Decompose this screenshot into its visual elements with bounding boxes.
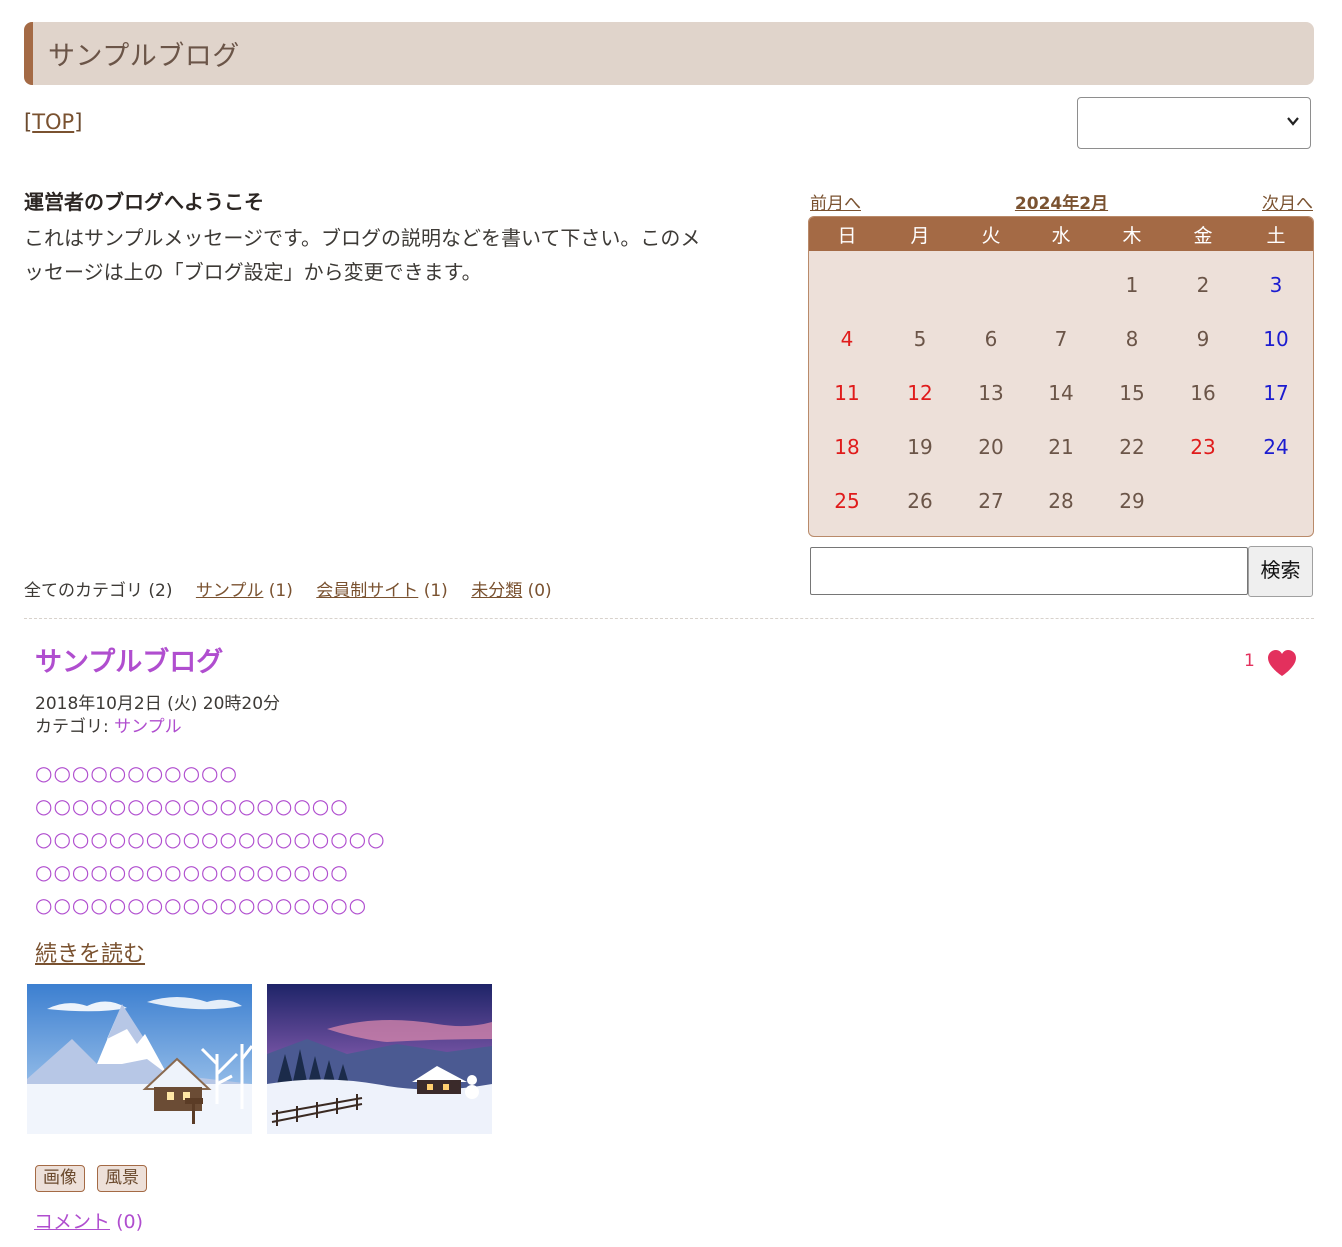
like-count: 1 bbox=[1244, 651, 1255, 671]
calendar-day: 7 bbox=[1054, 327, 1068, 351]
search-input[interactable] bbox=[810, 547, 1248, 595]
calendar-day: 25 bbox=[834, 489, 860, 513]
top-link[interactable]: TOP bbox=[32, 110, 74, 134]
calendar-day: 9 bbox=[1196, 327, 1210, 351]
calendar-day: 23 bbox=[1190, 435, 1216, 459]
weekday-tue: 火 bbox=[981, 225, 1001, 247]
prev-month-link[interactable]: 前月へ bbox=[810, 189, 861, 214]
calendar-day: 21 bbox=[1048, 435, 1074, 459]
post-date: 2018年10月2日 (火) 20時20分 bbox=[35, 694, 281, 714]
next-month-link[interactable]: 次月へ bbox=[1262, 189, 1313, 214]
post-category: カテゴリ: サンプル bbox=[35, 716, 280, 739]
calendar-day: 19 bbox=[907, 435, 933, 459]
calendar: 日 月 火 水 木 金 土 1 2 3 4 5 6 7 8 9 10 11 12… bbox=[808, 216, 1314, 537]
comments: コメント (0) bbox=[34, 1207, 143, 1234]
read-more-link[interactable]: 続きを読む bbox=[35, 936, 145, 968]
calendar-day: 8 bbox=[1125, 327, 1139, 351]
calendar-day: 29 bbox=[1119, 489, 1145, 513]
calendar-day: 13 bbox=[978, 381, 1004, 405]
heart-icon bbox=[1268, 650, 1296, 676]
calendar-day: 15 bbox=[1119, 381, 1145, 405]
post-title[interactable]: サンプルブログ bbox=[35, 640, 223, 679]
category-list: 全てのカテゴリ (2) サンプル (1) 会員制サイト (1) 未分類 (0) bbox=[24, 576, 570, 601]
calendar-day: 10 bbox=[1263, 327, 1289, 351]
calendar-day: 2 bbox=[1196, 273, 1210, 297]
category-count: (0) bbox=[527, 581, 552, 601]
weekday-sun: 日 bbox=[837, 225, 857, 247]
calendar-day: 4 bbox=[840, 327, 854, 351]
bracket-close: ] bbox=[74, 110, 83, 134]
calendar-day: 27 bbox=[978, 489, 1004, 513]
category-item: 会員制サイト (1) bbox=[316, 581, 448, 601]
calendar-day: 20 bbox=[978, 435, 1004, 459]
site-title: サンプルブログ bbox=[48, 41, 240, 72]
chevron-down-icon bbox=[1286, 111, 1300, 136]
calendar-day: 18 bbox=[834, 435, 860, 459]
tag-badge[interactable]: 画像 bbox=[35, 1165, 85, 1192]
category-count: (1) bbox=[268, 581, 293, 601]
search-button[interactable]: 検索 bbox=[1248, 546, 1313, 597]
tag-badge[interactable]: 風景 bbox=[97, 1165, 147, 1192]
post-body-line: ○○○○○○○○○○○○○○○○○ bbox=[35, 794, 349, 818]
site-header: サンプルブログ bbox=[24, 22, 1314, 85]
category-all: 全てのカテゴリ (2) bbox=[24, 581, 173, 601]
calendar-day: 11 bbox=[834, 381, 860, 405]
calendar-day: 5 bbox=[913, 327, 927, 351]
top-link-wrapper: [TOP] bbox=[24, 110, 82, 134]
weekday-mon: 月 bbox=[910, 225, 930, 247]
intro-section: 運営者のブログへようこそ これはサンプルメッセージです。ブログの説明などを書いて… bbox=[24, 186, 784, 289]
calendar-day: 16 bbox=[1190, 381, 1216, 405]
calendar-day: 6 bbox=[984, 327, 998, 351]
category-link[interactable]: 会員制サイト bbox=[316, 581, 418, 601]
post-meta: 2018年10月2日 (火) 20時20分 カテゴリ: サンプル bbox=[35, 693, 280, 739]
calendar-day: 1 bbox=[1125, 273, 1139, 297]
category-item: 未分類 (0) bbox=[471, 581, 552, 601]
calendar-weekday-header: 日 月 火 水 木 金 土 bbox=[809, 217, 1313, 251]
weekday-thu: 木 bbox=[1122, 225, 1142, 247]
weekday-sat: 土 bbox=[1266, 225, 1286, 247]
post-body-line: ○○○○○○○○○○○○○○○○○○ bbox=[35, 893, 368, 917]
calendar-month[interactable]: 2024年2月 bbox=[810, 189, 1313, 214]
calendar-day: 26 bbox=[907, 489, 933, 513]
calendar-day: 3 bbox=[1269, 273, 1283, 297]
comments-link[interactable]: コメント bbox=[34, 1211, 110, 1233]
intro-line: これはサンプルメッセージです。ブログの説明などを書いて下さい。このメ bbox=[24, 226, 701, 250]
intro-line: ッセージは上の「ブログ設定」から変更できます。 bbox=[24, 260, 482, 284]
post-body-line: ○○○○○○○○○○○ bbox=[35, 761, 238, 785]
bracket-open: [ bbox=[24, 110, 33, 134]
divider bbox=[24, 618, 1314, 619]
post-category-prefix: カテゴリ: bbox=[35, 717, 115, 737]
intro-text: これはサンプルメッセージです。ブログの説明などを書いて下さい。このメ ッセージは… bbox=[24, 221, 784, 289]
snow-mountain-image[interactable] bbox=[27, 984, 252, 1134]
post-body: ○○○○○○○○○○○ ○○○○○○○○○○○○○○○○○ ○○○○○○○○○○… bbox=[35, 757, 386, 922]
category-count: (1) bbox=[423, 581, 448, 601]
calendar-day: 12 bbox=[907, 381, 933, 405]
calendar-day: 14 bbox=[1048, 381, 1074, 405]
intro-heading: 運営者のブログへようこそ bbox=[24, 190, 264, 214]
calendar-day: 17 bbox=[1263, 381, 1289, 405]
post-body-line: ○○○○○○○○○○○○○○○○○ bbox=[35, 860, 349, 884]
post-category-link[interactable]: サンプル bbox=[114, 717, 182, 737]
comments-count: (0) bbox=[116, 1211, 143, 1233]
calendar-day: 24 bbox=[1263, 435, 1289, 459]
category-link[interactable]: サンプル bbox=[196, 581, 264, 601]
tag-list: 画像 風景 bbox=[35, 1165, 159, 1192]
category-link[interactable]: 未分類 bbox=[471, 581, 522, 601]
post-body-line: ○○○○○○○○○○○○○○○○○○○ bbox=[35, 827, 386, 851]
snow-village-image[interactable] bbox=[267, 984, 492, 1134]
weekday-wed: 水 bbox=[1051, 225, 1071, 247]
archive-select[interactable] bbox=[1077, 97, 1311, 149]
calendar-day: 22 bbox=[1119, 435, 1145, 459]
calendar-nav: 2024年2月 前月へ 次月へ bbox=[810, 189, 1313, 214]
weekday-fri: 金 bbox=[1193, 225, 1213, 247]
category-item: サンプル (1) bbox=[196, 581, 293, 601]
calendar-day: 28 bbox=[1048, 489, 1074, 513]
